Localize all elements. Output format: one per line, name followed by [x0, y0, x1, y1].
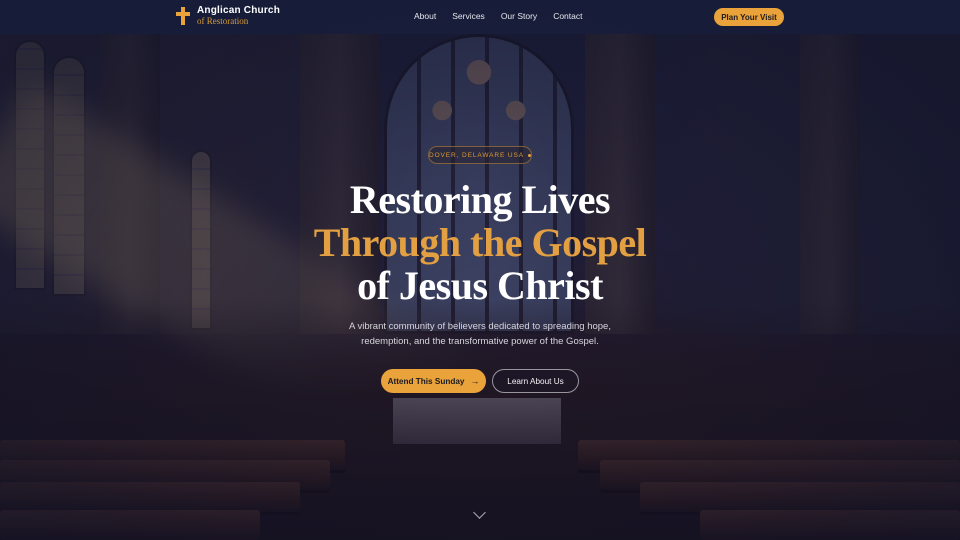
attend-this-sunday-button[interactable]: Attend This Sunday →: [381, 369, 486, 393]
nav-link-our-story[interactable]: Our Story: [501, 11, 537, 21]
headline-line-3: of Jesus Christ: [357, 263, 603, 308]
brand-name: Anglican Church: [197, 5, 281, 16]
location-badge: DOVER, DELAWARE USA: [428, 146, 532, 164]
nav-link-contact[interactable]: Contact: [553, 11, 582, 21]
hero-lead-text: A vibrant community of believers dedicat…: [349, 321, 611, 347]
attend-button-label: Attend This Sunday: [387, 376, 465, 386]
arrow-right-icon: →: [470, 375, 480, 386]
top-navigation: Anglican Church of Restoration About Ser…: [0, 0, 960, 34]
nav-links: About Services Our Story Contact: [414, 11, 582, 21]
nav-link-about[interactable]: About: [414, 11, 436, 21]
learn-about-us-button[interactable]: Learn About Us: [492, 369, 579, 393]
brand-subtitle: of Restoration: [197, 16, 249, 26]
hero-section: Anglican Church of Restoration About Ser…: [0, 0, 960, 540]
nav-link-services[interactable]: Services: [452, 11, 485, 21]
cross-icon: [176, 7, 190, 25]
dot-icon: [528, 153, 531, 157]
headline-line-2: Through the Gospel: [313, 220, 647, 265]
brand-logo[interactable]: Anglican Church of Restoration: [176, 6, 280, 26]
headline-line-1: Restoring Lives: [349, 177, 611, 222]
location-text: DOVER, DELAWARE USA: [429, 151, 524, 159]
plan-your-visit-button[interactable]: Plan Your Visit: [714, 8, 784, 26]
